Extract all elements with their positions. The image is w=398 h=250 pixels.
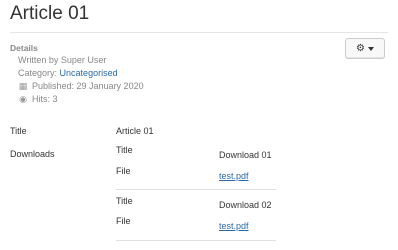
author-line: Written by Super User <box>18 55 107 65</box>
category-prefix: Category: <box>18 68 58 78</box>
published-line: ▦ Published: 29 January 2020 <box>18 80 144 92</box>
header-divider <box>10 32 388 33</box>
article-title: Article 01 <box>10 3 90 24</box>
category-link[interactable]: Uncategorised <box>60 68 118 78</box>
hits-line: ◉ Hits: 3 <box>18 93 58 105</box>
download-file-label: File <box>116 216 131 226</box>
published-text: Published: 29 January 2020 <box>32 81 144 91</box>
download-divider <box>116 240 276 241</box>
download-file-label: File <box>116 166 131 176</box>
download-divider <box>116 189 276 190</box>
hits-text: Hits: 3 <box>32 94 58 104</box>
calendar-icon: ▦ <box>18 81 28 91</box>
download-title-label: Title <box>116 145 133 155</box>
details-heading: Details <box>10 43 38 53</box>
chevron-down-icon <box>367 46 374 51</box>
article-options-button[interactable]: ⚙ <box>345 38 385 59</box>
download-file-link[interactable]: test.pdf <box>219 221 249 231</box>
eye-icon: ◉ <box>19 94 27 104</box>
title-field-label: Title <box>10 126 27 136</box>
download-title-value: Download 02 <box>219 200 272 210</box>
download-title-label: Title <box>116 196 133 206</box>
category-line: Category: Uncategorised <box>18 67 118 79</box>
download-file-link[interactable]: test.pdf <box>219 171 249 181</box>
downloads-field-label: Downloads <box>10 149 55 159</box>
title-field-value: Article 01 <box>116 126 154 136</box>
gear-icon: ⚙ <box>356 43 365 54</box>
download-title-value: Download 01 <box>219 150 272 160</box>
